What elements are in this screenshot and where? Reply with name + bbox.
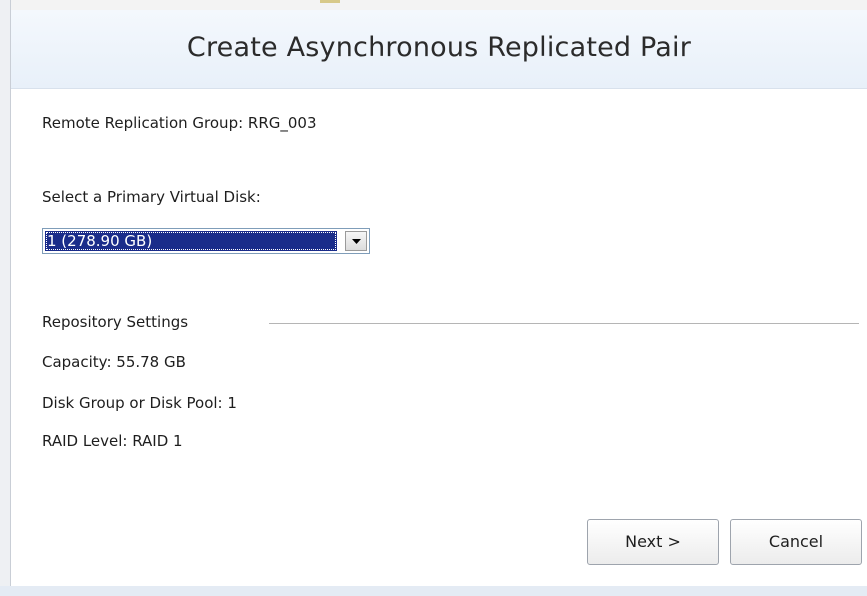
repository-capacity: Capacity: 55.78 GB (42, 353, 186, 371)
repository-settings-heading: Repository Settings (42, 313, 189, 331)
top-strip-mark (320, 0, 340, 3)
next-button[interactable]: Next > (587, 519, 719, 565)
primary-virtual-disk-select[interactable]: 1 (278.90 GB) (42, 228, 370, 254)
repository-raid-level: RAID Level: RAID 1 (42, 432, 183, 450)
dropdown-toggle-button[interactable] (345, 231, 367, 251)
repository-settings-divider (269, 323, 859, 324)
page: Create Asynchronous Replicated Pair Remo… (0, 0, 867, 596)
primary-disk-select-label: Select a Primary Virtual Disk: (42, 188, 261, 206)
cancel-button[interactable]: Cancel (730, 519, 862, 565)
dialog-title: Create Asynchronous Replicated Pair (186, 32, 692, 63)
window-top-strip (0, 0, 867, 10)
dialog-header: Create Asynchronous Replicated Pair (11, 10, 867, 89)
window-frame-left (0, 0, 11, 596)
window-frame-bottom (0, 586, 867, 596)
primary-virtual-disk-value: 1 (278.90 GB) (45, 231, 337, 251)
repository-disk-group: Disk Group or Disk Pool: 1 (42, 394, 237, 412)
create-replicated-pair-dialog: Create Asynchronous Replicated Pair Remo… (11, 10, 867, 586)
remote-replication-group-label: Remote Replication Group: RRG_003 (42, 114, 317, 132)
